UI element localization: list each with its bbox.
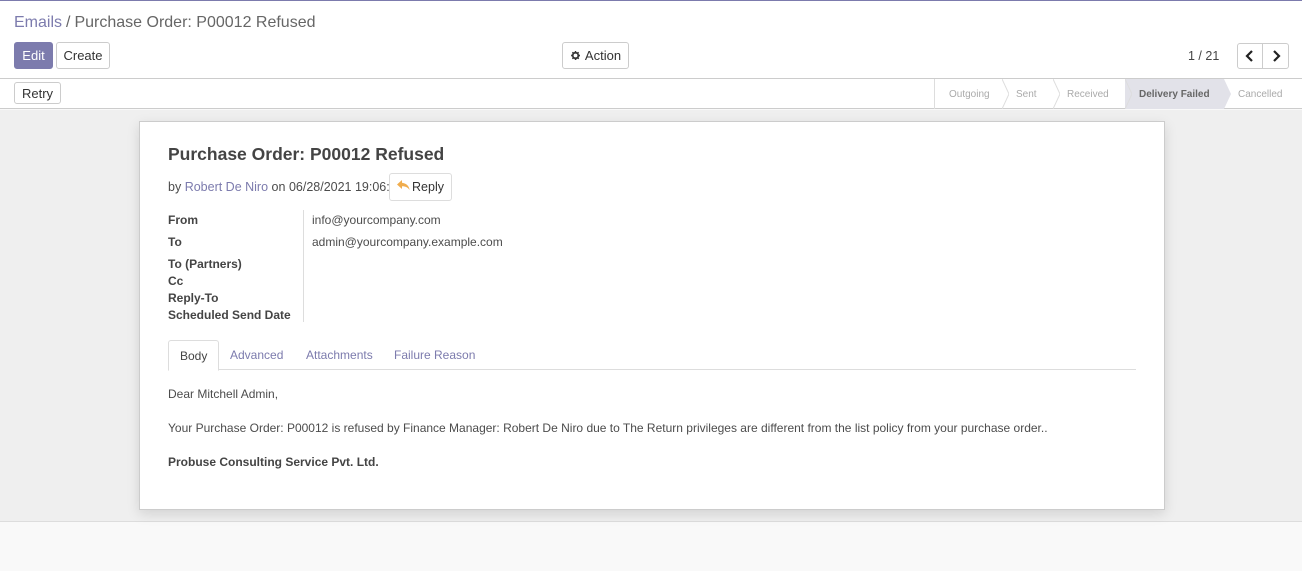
from-label: From <box>168 213 198 227</box>
stage-separator <box>1002 79 1009 109</box>
scheduled-send-date-label: Scheduled Send Date <box>168 308 291 322</box>
chevron-right-icon <box>1271 50 1281 62</box>
reply-icon <box>397 180 410 194</box>
tab-advanced[interactable]: Advanced <box>230 340 283 370</box>
stage-separator <box>1224 79 1231 109</box>
to-label: To <box>168 235 182 249</box>
stage-delivery-failed[interactable]: Delivery Failed <box>1125 79 1231 109</box>
cc-label: Cc <box>168 274 184 288</box>
tab-failure-reason[interactable]: Failure Reason <box>394 340 475 370</box>
notebook-tabs: Body Advanced Attachments Failure Reason <box>168 340 1136 371</box>
breadcrumb-current: Purchase Order: P00012 Refused <box>74 14 316 31</box>
breadcrumb-separator: / <box>66 14 71 31</box>
by-prefix: by <box>168 180 182 194</box>
form-sheet: Purchase Order: P00012 Refused by Robert… <box>139 121 1165 510</box>
action-label: Action <box>584 48 622 63</box>
body-message: Your Purchase Order: P00012 is refused b… <box>168 421 1048 435</box>
body-signature: Probuse Consulting Service Pvt. Ltd. <box>168 455 379 469</box>
action-dropdown-button[interactable]: Action <box>562 42 629 69</box>
reply-label: Reply <box>412 180 444 194</box>
stage-separator <box>1125 79 1132 109</box>
chevron-left-icon <box>1245 50 1255 62</box>
to-value: admin@yourcompany.example.com <box>312 235 503 249</box>
pager-next-button[interactable] <box>1262 43 1289 69</box>
email-subject-title: Purchase Order: P00012 Refused <box>168 144 445 164</box>
stage-delivery-failed-label: Delivery Failed <box>1139 88 1210 100</box>
pager-previous-button[interactable] <box>1237 43 1263 69</box>
breadcrumb-emails-link[interactable]: Emails <box>14 14 62 31</box>
stage-cancelled[interactable]: Cancelled <box>1224 79 1302 109</box>
form-view-background: Purchase Order: P00012 Refused by Robert… <box>0 110 1302 522</box>
sent-date: 06/28/2021 19:06:41 <box>288 180 404 194</box>
reply-to-label: Reply-To <box>168 291 219 305</box>
email-byline: by Robert De Niro on 06/28/2021 19:06:41 <box>168 180 404 194</box>
pager-value[interactable]: 1 / 21 <box>1188 49 1219 63</box>
status-bar: Retry Outgoing Sent Received Delivery Fa… <box>0 79 1302 109</box>
stage-outgoing-label: Outgoing <box>949 88 990 100</box>
field-divider <box>303 210 304 322</box>
edit-button[interactable]: Edit <box>14 42 53 69</box>
statusbar-stages: Outgoing Sent Received Delivery Failed C… <box>934 79 1302 109</box>
reply-button[interactable]: Reply <box>389 173 452 201</box>
gear-icon <box>570 50 581 61</box>
tab-body[interactable]: Body <box>168 340 220 371</box>
stage-sent[interactable]: Sent <box>1002 79 1060 109</box>
stage-received[interactable]: Received <box>1053 79 1132 109</box>
on-prefix: on <box>271 180 286 194</box>
stage-received-label: Received <box>1067 88 1109 100</box>
author-link[interactable]: Robert De Niro <box>185 180 268 194</box>
body-greeting: Dear Mitchell Admin, <box>168 387 279 401</box>
stage-cancelled-label: Cancelled <box>1238 88 1283 100</box>
stage-separator <box>1053 79 1060 109</box>
create-button[interactable]: Create <box>56 42 110 69</box>
stage-outgoing[interactable]: Outgoing <box>935 79 1009 109</box>
control-panel: Emails / Purchase Order: P00012 Refused Ed… <box>0 0 1302 79</box>
stage-sent-label: Sent <box>1016 88 1037 100</box>
to-partners-label: To (Partners) <box>168 257 242 271</box>
retry-button[interactable]: Retry <box>14 82 61 104</box>
tab-attachments[interactable]: Attachments <box>306 340 373 370</box>
from-value: info@yourcompany.com <box>312 213 441 227</box>
breadcrumb: Emails / Purchase Order: P00012 Refused <box>14 13 316 33</box>
